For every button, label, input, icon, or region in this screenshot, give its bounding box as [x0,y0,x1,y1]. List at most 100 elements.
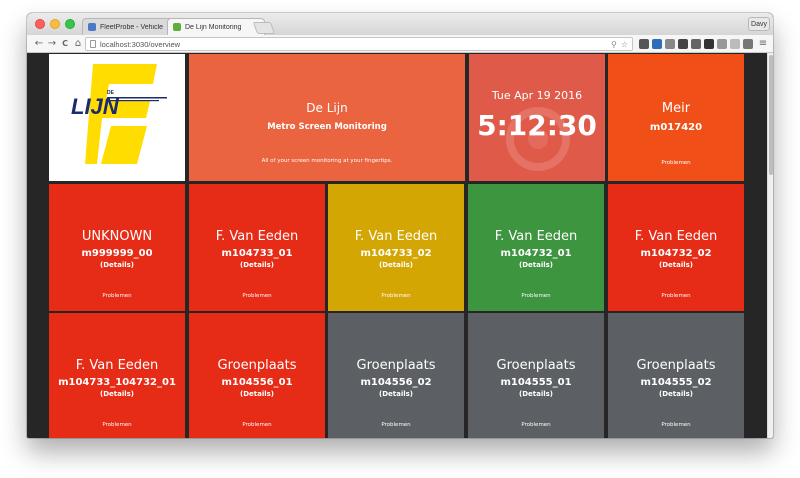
url-text: localhost:3030/overview [100,39,181,49]
screen-location: F. Van Eeden [215,229,299,244]
browser-toolbar: ← → C ⌂ localhost:3030/overview ⚲ ☆ ≡ [27,35,773,53]
header-subtitle: Metro Screen Monitoring [267,122,387,132]
de-lijn-logo: LIJN DE [49,54,185,181]
screen-code: m104733_104732_01 [58,377,176,388]
problems-link[interactable]: Problemen [328,293,464,299]
screen-location: F. Van Eeden [75,358,159,373]
close-window-button[interactable] [35,19,45,29]
screen-code: m104733_01 [221,248,293,259]
reload-button[interactable]: C [59,38,71,50]
details-link[interactable]: (Details) [189,390,325,398]
bookmark-star-icon[interactable]: ☆ [621,40,628,49]
screen-location: Groenplaats [217,358,297,373]
problems-link[interactable]: Problemen [608,160,744,166]
screen-location: F. Van Eeden [354,229,438,244]
favicon-icon [173,23,181,31]
screen-location: UNKNOWN [81,229,153,244]
screen-code: m104733_02 [360,248,432,259]
screen-location: Groenplaats [636,358,716,373]
header-tagline: All of your screen monitoring at your fi… [261,158,393,164]
screen-location: Groenplaats [496,358,576,373]
extension-icon[interactable] [704,39,714,49]
screen-tile[interactable]: Groenplaats m104555_02 (Details) Problem… [608,313,744,438]
maximize-window-button[interactable] [65,19,75,29]
tab-fleetprobe[interactable]: FleetProbe - Vehicle Diagn × [82,18,180,35]
details-link[interactable]: (Details) [608,261,744,269]
screen-location: Groenplaats [356,358,436,373]
details-link[interactable]: (Details) [189,261,325,269]
problems-link[interactable]: Problemen [49,293,185,299]
details-link[interactable]: (Details) [328,390,464,398]
details-link[interactable]: (Details) [49,261,185,269]
home-button[interactable]: ⌂ [72,38,84,50]
new-tab-button[interactable] [252,22,276,34]
screen-tile[interactable]: F. Van Eeden m104733_01 (Details) Proble… [189,184,325,311]
favicon-icon [88,23,96,31]
extension-icon[interactable] [717,39,727,49]
screen-tile[interactable]: F. Van Eeden m104733_104732_01 (Details)… [49,313,185,438]
problems-link[interactable]: Problemen [468,293,604,299]
menu-icon[interactable]: ≡ [757,38,769,50]
page-icon [90,40,96,48]
problems-link[interactable]: Problemen [328,422,464,428]
problems-link[interactable]: Problemen [468,422,604,428]
screen-tile[interactable]: UNKNOWN m999999_00 (Details) Problemen [49,184,185,311]
clock-tile: Tue Apr 19 2016 5:12:30 [469,54,605,181]
screen-code: m999999_00 [81,248,153,259]
clock-date: Tue Apr 19 2016 [491,89,583,102]
logo-graphic: LIJN DE [71,64,167,164]
screen-location: F. Van Eeden [634,229,718,244]
screen-tile[interactable]: Groenplaats m104556_02 (Details) Problem… [328,313,464,438]
extension-icon[interactable] [639,39,649,49]
profile-button[interactable]: Davy [748,17,770,31]
screen-code: m104555_01 [500,377,572,388]
forward-button[interactable]: → [46,38,58,50]
screen-tile[interactable]: Groenplaats m104555_01 (Details) Problem… [468,313,604,438]
tab-title: De Lijn Monitoring [185,23,242,31]
dashboard: LIJN DE De Lijn Metro Screen Monitoring … [27,53,773,438]
minimize-window-button[interactable] [50,19,60,29]
screen-code: m017420 [649,122,703,133]
tab-title: FleetProbe - Vehicle Diagn [100,23,165,31]
scrollbar[interactable] [767,53,773,438]
problems-link[interactable]: Problemen [49,422,185,428]
screen-code: m104556_02 [360,377,432,388]
extension-icon[interactable] [665,39,675,49]
scrollbar-thumb[interactable] [769,55,773,175]
clock-time: 5:12:30 [477,109,597,142]
problems-link[interactable]: Problemen [189,293,325,299]
details-link[interactable]: (Details) [468,390,604,398]
extension-icon[interactable] [691,39,701,49]
problems-link[interactable]: Problemen [608,422,744,428]
screen-tile[interactable]: F. Van Eeden m104732_01 (Details) Proble… [468,184,604,311]
screen-tile[interactable]: F. Van Eeden m104733_02 (Details) Proble… [328,184,464,311]
screen-tile[interactable]: F. Van Eeden m104732_02 (Details) Proble… [608,184,744,311]
address-bar[interactable]: localhost:3030/overview ⚲ ☆ [85,37,633,51]
extension-icon[interactable] [678,39,688,49]
screen-location: F. Van Eeden [494,229,578,244]
screen-tile-meir[interactable]: Meir m017420 Problemen [608,54,744,181]
title-bar: FleetProbe - Vehicle Diagn × De Lijn Mon… [27,13,773,35]
tab-de-lijn-monitoring[interactable]: De Lijn Monitoring × [167,18,265,35]
screen-code: m104556_01 [221,377,293,388]
problems-link[interactable]: Problemen [189,422,325,428]
header-tile: De Lijn Metro Screen Monitoring All of y… [189,54,465,181]
details-link[interactable]: (Details) [468,261,604,269]
details-link[interactable]: (Details) [328,261,464,269]
extension-icon[interactable] [730,39,740,49]
problems-link[interactable]: Problemen [608,293,744,299]
details-link[interactable]: (Details) [49,390,185,398]
screen-code: m104732_02 [640,248,712,259]
screen-tile[interactable]: Groenplaats m104556_01 (Details) Problem… [189,313,325,438]
details-link[interactable]: (Details) [608,390,744,398]
back-button[interactable]: ← [33,38,45,50]
logo-top-text: DE [107,90,115,96]
extension-icon[interactable] [652,39,662,49]
screen-location: Meir [661,101,691,116]
header-title: De Lijn [306,101,348,115]
screen-code: m104732_01 [500,248,572,259]
extension-icon[interactable] [743,39,753,49]
search-icon[interactable]: ⚲ [611,40,617,49]
screen-code: m104555_02 [640,377,712,388]
browser-window: FleetProbe - Vehicle Diagn × De Lijn Mon… [27,13,773,438]
